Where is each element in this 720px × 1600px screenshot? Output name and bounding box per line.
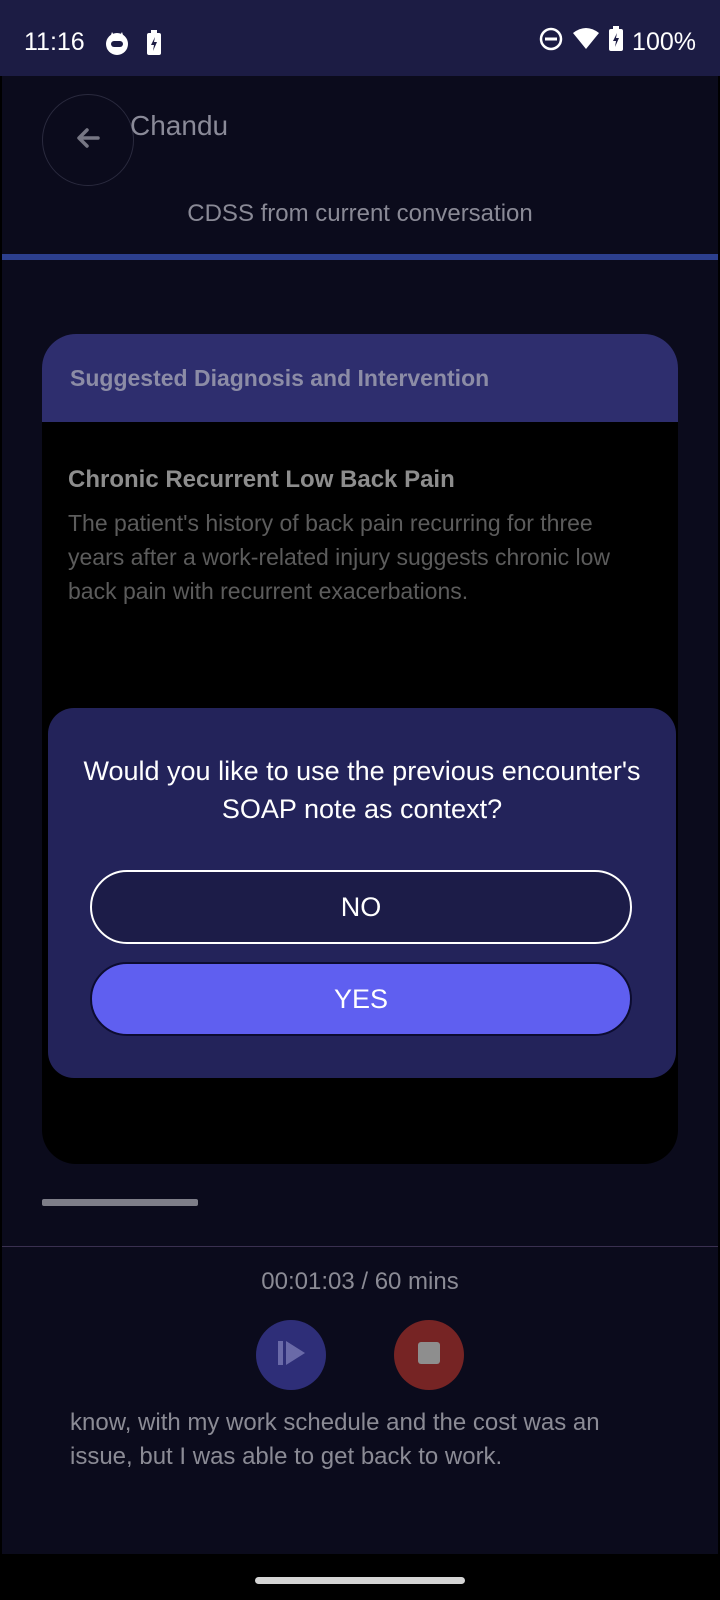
stop-icon — [417, 1341, 441, 1370]
status-time: 11:16 — [24, 28, 85, 56]
resume-button[interactable] — [256, 1320, 326, 1390]
diagnosis-title: Chronic Recurrent Low Back Pain — [68, 466, 455, 493]
divider — [2, 1246, 718, 1247]
app-screen: Chandu CDSS from current conversation Su… — [2, 76, 718, 1554]
yes-button[interactable]: YES — [90, 962, 632, 1036]
transcript-text: know, with my work schedule and the cost… — [70, 1409, 600, 1470]
battery-percent: 100% — [632, 28, 696, 56]
cat-notification-icon — [104, 30, 130, 61]
play-pause-icon — [274, 1336, 308, 1375]
card-body: Chronic Recurrent Low Back Pain The pati… — [42, 422, 678, 636]
card-header: Suggested Diagnosis and Intervention — [42, 334, 678, 422]
back-button[interactable] — [42, 94, 134, 186]
home-gesture-handle[interactable] — [255, 1577, 465, 1584]
do-not-disturb-icon — [538, 26, 564, 59]
status-bar: 11:16 100% — [0, 0, 720, 76]
diagnosis-description: The patient's history of back pain recur… — [68, 510, 611, 604]
arrow-left-icon — [74, 124, 102, 157]
dialog-message: Would you like to use the previous encou… — [83, 756, 641, 824]
stop-button[interactable] — [394, 1320, 464, 1390]
wifi-icon — [572, 27, 600, 58]
scroll-indicator — [42, 1199, 198, 1206]
app-bar: Chandu — [2, 76, 718, 186]
navigation-bar — [0, 1554, 720, 1600]
no-button[interactable]: NO — [90, 870, 632, 944]
recording-timer: 00:01:03 / 60 mins — [261, 1268, 459, 1295]
tab-label: CDSS from current conversation — [187, 200, 533, 227]
tab-cdss[interactable]: CDSS from current conversation — [2, 176, 718, 260]
context-dialog: Would you like to use the previous encou… — [48, 708, 676, 1078]
page-title: Chandu — [130, 110, 229, 141]
battery-charging-icon — [608, 26, 624, 59]
battery-saver-icon — [146, 30, 162, 61]
